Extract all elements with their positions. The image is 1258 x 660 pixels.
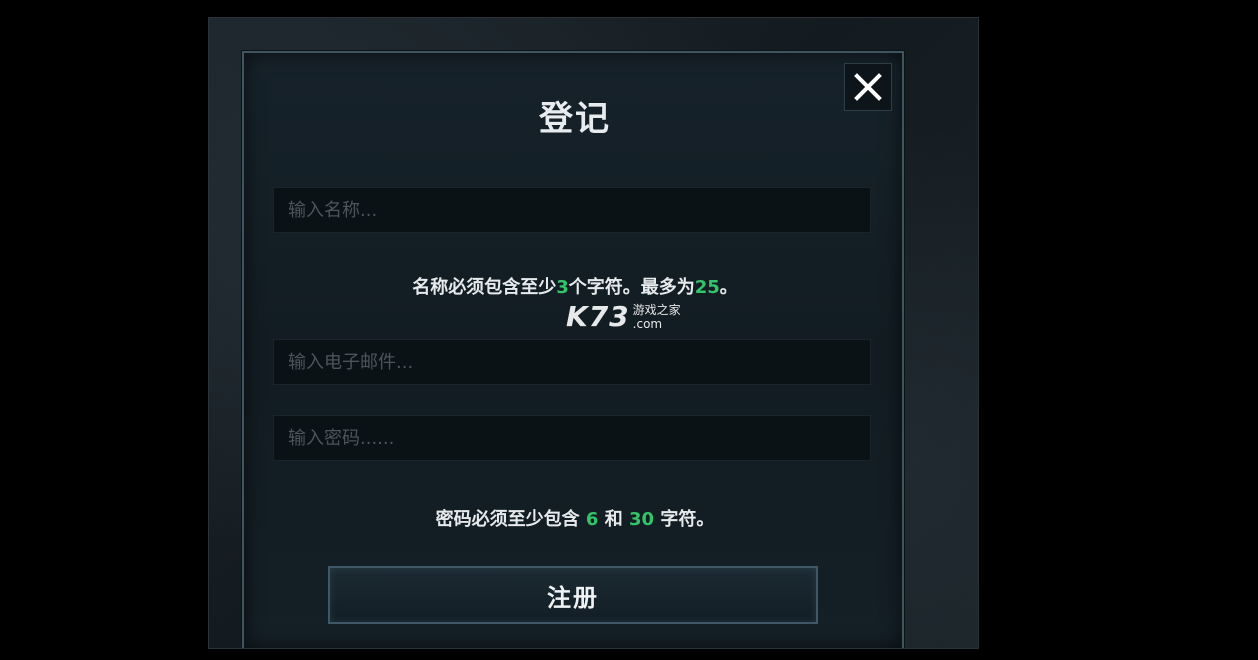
watermark: K73 游戏之家 .com <box>566 300 681 333</box>
dialog-title: 登记 <box>539 99 611 139</box>
register-button[interactable]: 注册 <box>328 566 818 624</box>
name-rule-suffix: 。 <box>719 277 738 298</box>
watermark-text: 游戏之家 .com <box>633 303 681 331</box>
password-rule-middle: 和 <box>598 509 629 530</box>
name-rule-middle: 个字符。最多为 <box>568 277 695 298</box>
password-rule-hint: 密码必须至少包含 6 和 30 字符。 <box>244 505 906 531</box>
register-dialog: 登记 名称必须包含至少3个字符。最多为25。 密码必须至少包含 6 和 30 字… <box>242 51 906 648</box>
watermark-site-name: 游戏之家 <box>632 302 681 317</box>
name-rule-min: 3 <box>556 277 569 298</box>
name-rule-hint: 名称必须包含至少3个字符。最多为25。 <box>244 273 906 299</box>
password-rule-suffix: 字符。 <box>654 509 715 530</box>
password-input[interactable] <box>273 415 871 461</box>
name-rule-prefix: 名称必须包含至少 <box>412 277 557 298</box>
name-input[interactable] <box>273 187 871 233</box>
game-viewport: 登记 名称必须包含至少3个字符。最多为25。 密码必须至少包含 6 和 30 字… <box>208 17 979 649</box>
watermark-logo: K73 <box>566 300 630 333</box>
password-rule-max: 30 <box>629 509 655 530</box>
password-rule-min: 6 <box>585 509 599 530</box>
email-input[interactable] <box>273 339 871 385</box>
watermark-domain: .com <box>632 316 663 331</box>
password-rule-prefix: 密码必须至少包含 <box>435 509 586 530</box>
name-rule-max: 25 <box>694 277 720 298</box>
